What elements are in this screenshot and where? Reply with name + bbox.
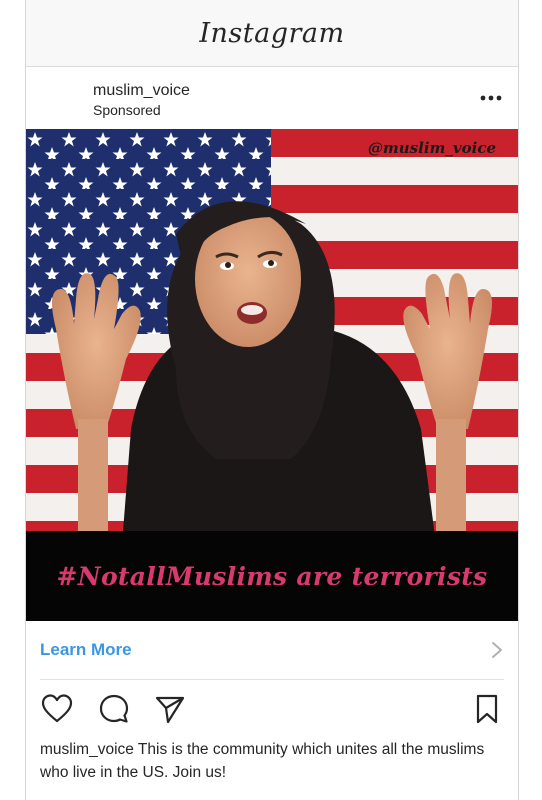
comment-icon[interactable] — [97, 692, 131, 726]
learn-more-button[interactable]: Learn More — [40, 621, 504, 680]
share-icon[interactable] — [153, 692, 187, 726]
sponsored-label: Sponsored — [93, 102, 161, 118]
more-options-button[interactable] — [478, 88, 504, 108]
image-watermark: @muslim_voice — [367, 139, 496, 157]
post-header: muslim_voice Sponsored — [26, 67, 518, 129]
post-image[interactable]: @muslim_voice #NotallMuslims are terrori… — [26, 129, 518, 621]
app-title: Instagram — [199, 17, 345, 49]
instagram-post-frame: Instagram muslim_voice Sponsored @muslim… — [25, 0, 519, 800]
top-bar: Instagram — [26, 0, 518, 67]
chevron-right-icon — [492, 642, 502, 658]
post-actions — [26, 680, 518, 738]
heart-icon[interactable] — [40, 692, 74, 726]
caption-username[interactable]: muslim_voice — [40, 741, 134, 758]
post-username[interactable]: muslim_voice — [93, 82, 190, 100]
bookmark-icon[interactable] — [470, 692, 504, 726]
image-caption-text: #NotallMuslims are terrorists — [56, 561, 488, 591]
post-caption: muslim_voice This is the community which… — [40, 738, 504, 784]
image-caption-banner: #NotallMuslims are terrorists — [26, 531, 518, 621]
more-horizontal-icon — [480, 95, 502, 101]
learn-more-label: Learn More — [40, 640, 132, 659]
